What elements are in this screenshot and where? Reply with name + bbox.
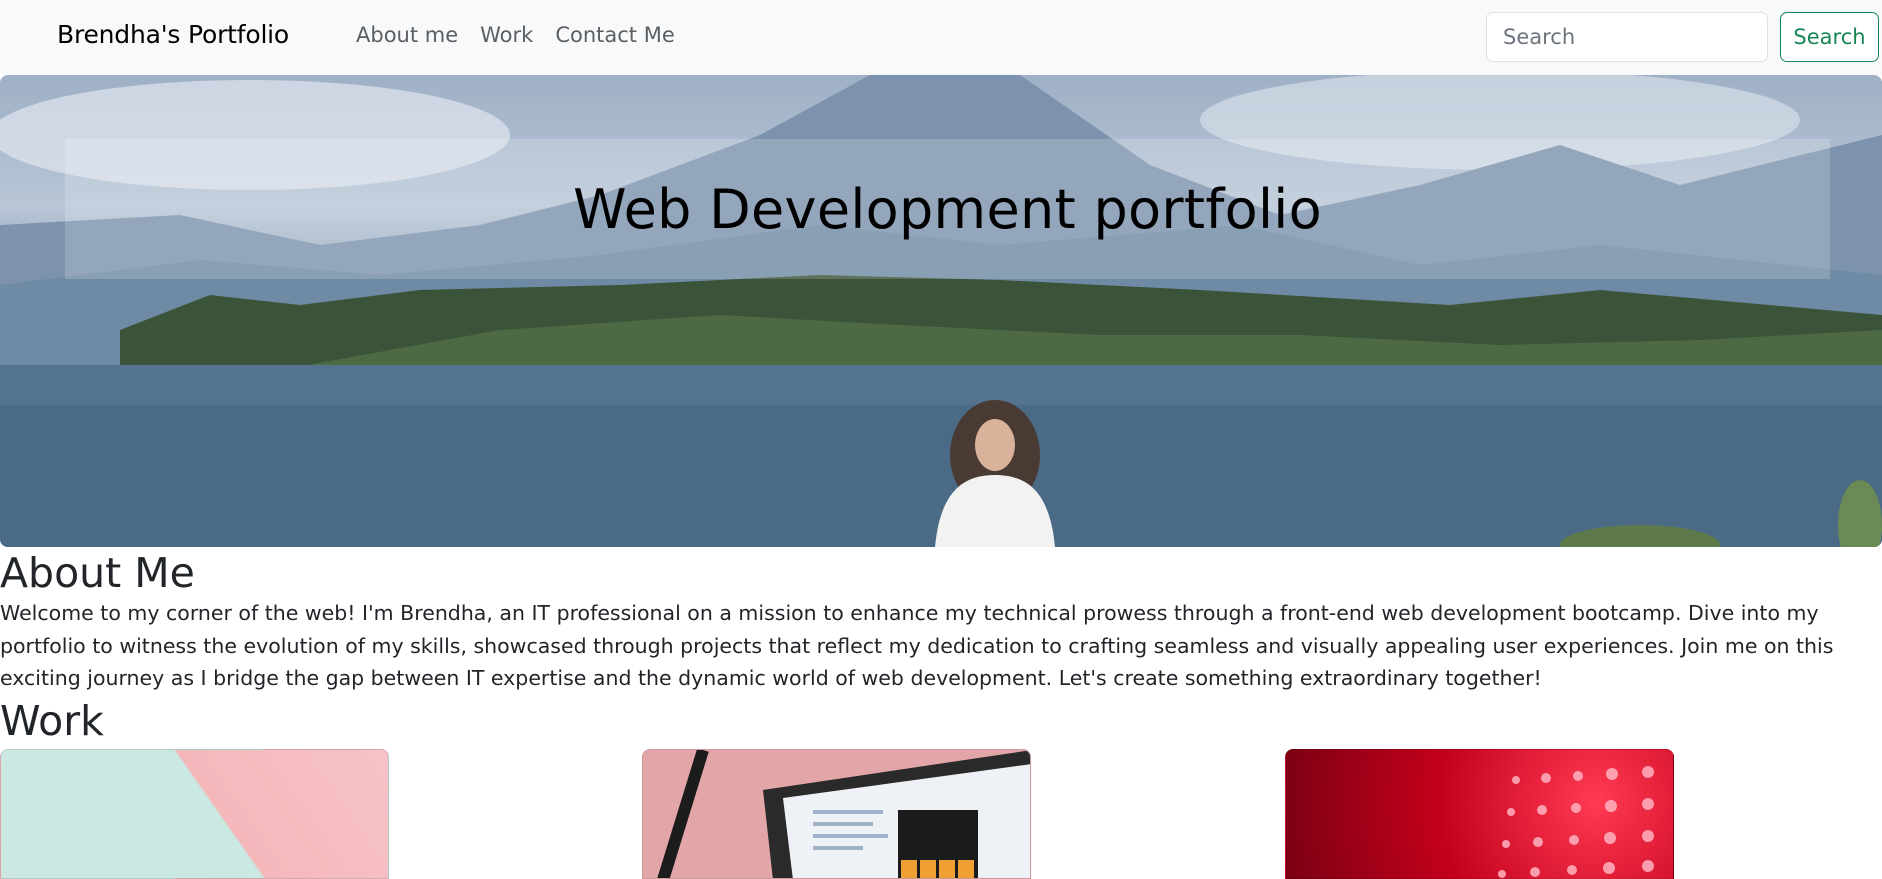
about-text: Welcome to my corner of the web! I'm Bre…	[0, 601, 1834, 690]
hero-image: Web Development portfolio	[0, 75, 1882, 547]
search-button[interactable]: Search	[1780, 12, 1879, 62]
work-heading: Work	[0, 697, 104, 745]
calculator-screen-icon	[898, 810, 978, 878]
nav-link-work[interactable]: Work	[480, 23, 533, 47]
nav-link-about[interactable]: About me	[356, 23, 458, 47]
brand-link[interactable]: Brendha's Portfolio	[57, 20, 289, 49]
navbar: Brendha's Portfolio About me Work Contac…	[0, 0, 1882, 75]
about-heading: About Me	[0, 549, 195, 597]
nav-link-contact[interactable]: Contact Me	[555, 23, 674, 47]
nav-links: About me Work Contact Me	[356, 23, 675, 47]
hero-title: Web Development portfolio	[573, 177, 1322, 241]
hero-banner: Web Development portfolio	[65, 139, 1830, 279]
search-input[interactable]	[1486, 12, 1768, 62]
